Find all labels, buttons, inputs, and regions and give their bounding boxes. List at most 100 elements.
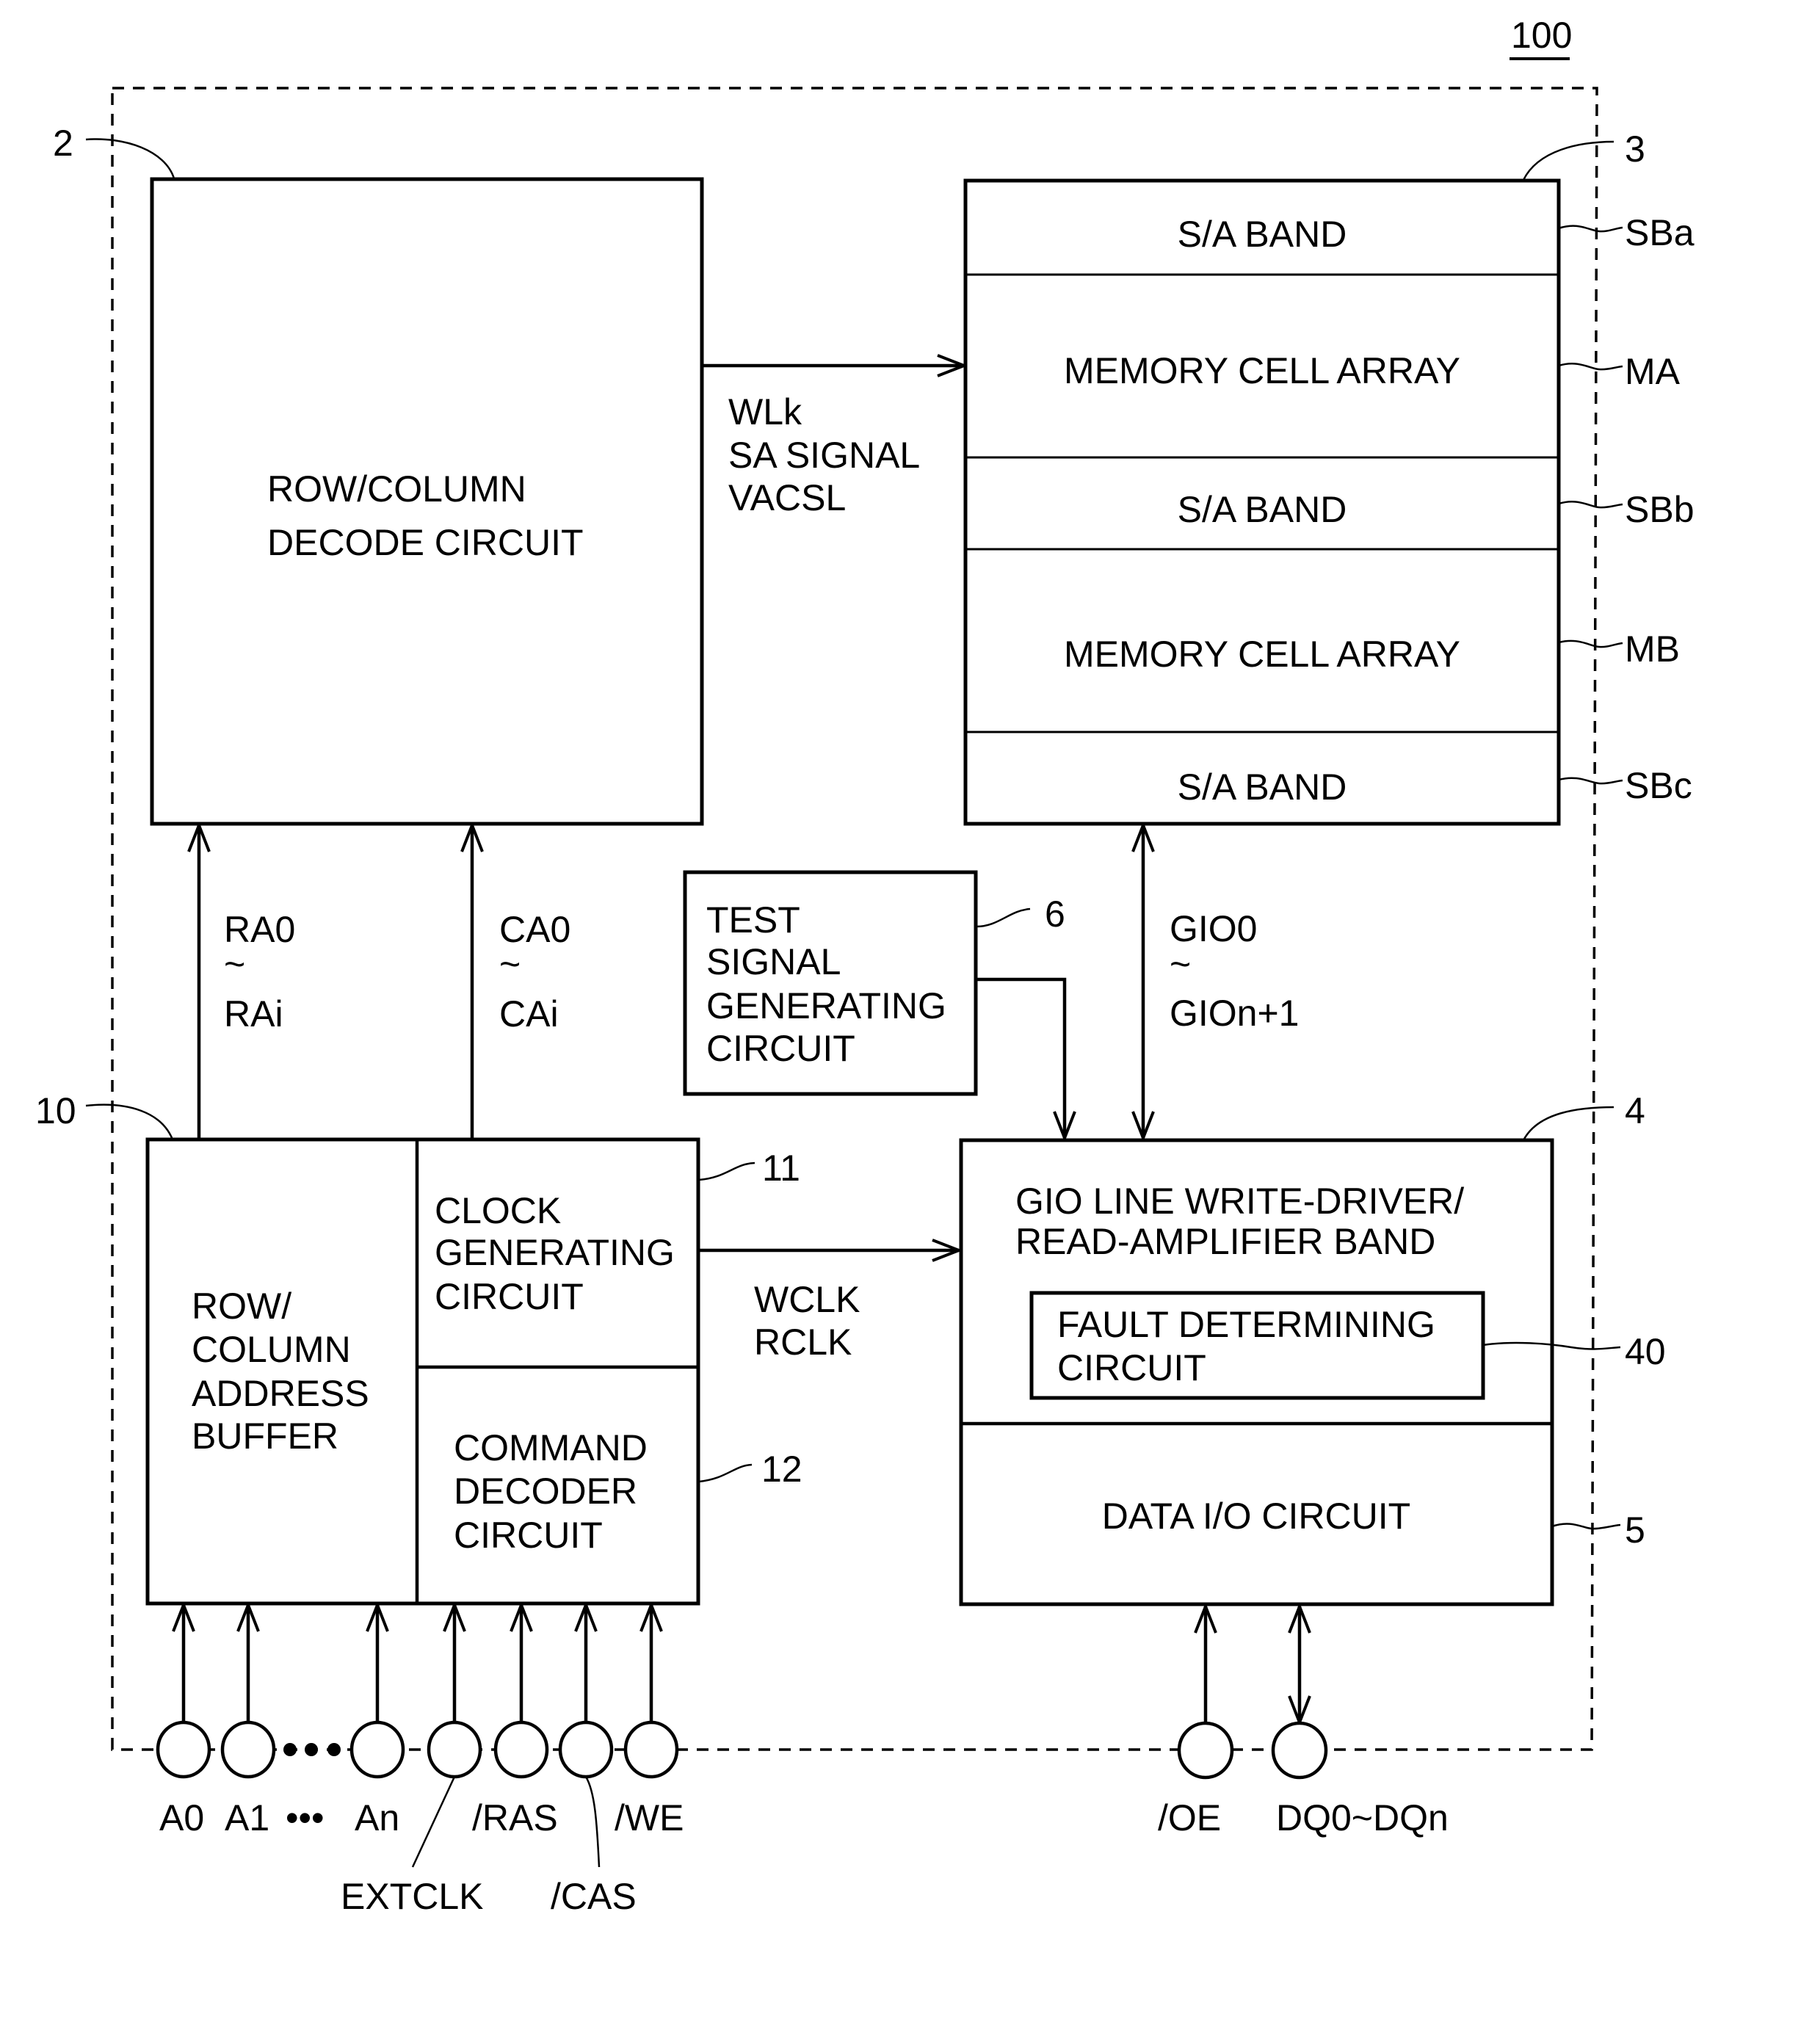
ref-2-label: 2: [53, 123, 73, 164]
column-address-end-label: CAi: [499, 993, 559, 1034]
pin-we-label: /WE: [615, 1797, 684, 1838]
memory-cell-array-a-label: MEMORY CELL ARRAY: [1064, 350, 1460, 391]
ref-6-leader: [976, 907, 1031, 928]
mb-leader: [1558, 639, 1623, 648]
pin-a1[interactable]: [220, 1720, 276, 1779]
sbb-leader: [1558, 501, 1623, 509]
pin-cas[interactable]: [558, 1720, 614, 1779]
ref-3-leader: [1522, 140, 1615, 181]
pin-ellipsis-dot: [305, 1743, 318, 1756]
pin-we[interactable]: [623, 1720, 679, 1779]
ref-5-leader: [1551, 1523, 1621, 1530]
memory-array-block[interactable]: S/A BAND MEMORY CELL ARRAY S/A BAND MEMO…: [963, 178, 1561, 826]
signal-vacsl-label: VACSL: [728, 477, 846, 518]
ref-11-leader: [698, 1161, 755, 1181]
ref-5-label: 5: [1625, 1510, 1645, 1551]
memory-cell-array-b-label: MEMORY CELL ARRAY: [1064, 634, 1460, 675]
pin-oe[interactable]: [1177, 1721, 1234, 1780]
memory-device-diagram: 100 ROW/COLUMN DECODE CIRCUIT 2 S/A BAND…: [35, 15, 1695, 1917]
ref-40-label: 40: [1625, 1331, 1666, 1372]
test-signal-generating-circuit[interactable]: TEST SIGNAL GENERATING CIRCUIT: [683, 870, 978, 1096]
row-address-range-symbol: ~: [224, 943, 245, 985]
mb-tag: MB: [1625, 628, 1680, 670]
fault-label-line2: CIRCUIT: [1057, 1347, 1206, 1388]
ma-leader: [1558, 363, 1623, 371]
fault-label-line1: FAULT DETERMINING: [1057, 1304, 1435, 1345]
gio-band-label-line1: GIO LINE WRITE-DRIVER/: [1015, 1181, 1464, 1222]
ref-12-label: 12: [761, 1449, 802, 1490]
ref-12-leader: [698, 1463, 753, 1483]
ref-2-leader: [85, 138, 175, 179]
sbb-tag: SBb: [1625, 489, 1695, 530]
gio-band-label-line2: READ-AMPLIFIER BAND: [1015, 1221, 1435, 1262]
pin-ellipsis-label: •••: [286, 1797, 325, 1838]
clock-gen-label-line1: CLOCK: [435, 1190, 561, 1231]
sba-leader: [1558, 225, 1623, 233]
figure-reference-label: 100: [1511, 15, 1572, 56]
ref-10-label: 10: [35, 1090, 76, 1131]
ref-4-leader: [1522, 1106, 1615, 1141]
sa-band-a-label: S/A BAND: [1178, 214, 1347, 255]
pin-a1-label: A1: [225, 1797, 269, 1838]
address-buffer-label-line1: ROW/: [192, 1286, 291, 1327]
address-buffer-block[interactable]: ROW/ COLUMN ADDRESS BUFFER: [145, 1137, 700, 1606]
data-io-label: DATA I/O CIRCUIT: [1102, 1496, 1410, 1537]
pin-cas-label: /CAS: [551, 1876, 637, 1917]
pin-ellipsis-dot: [283, 1743, 297, 1756]
ref-10-leader: [85, 1103, 174, 1140]
test-signal-label-line4: CIRCUIT: [706, 1028, 855, 1069]
test-signal-label-line1: TEST: [706, 899, 800, 941]
sba-tag: SBa: [1625, 212, 1695, 253]
rclk-label: RCLK: [754, 1322, 852, 1363]
wclk-label: WCLK: [754, 1279, 860, 1320]
extclk-leader: [411, 1776, 456, 1868]
ref-3-label: 3: [1625, 128, 1645, 170]
address-buffer-label-line4: BUFFER: [192, 1416, 338, 1457]
sbc-leader: [1558, 777, 1623, 785]
ref-4-label: 4: [1625, 1090, 1645, 1131]
row-column-decode-circuit[interactable]: ROW/COLUMN DECODE CIRCUIT: [150, 177, 704, 826]
address-buffer-box[interactable]: [145, 1137, 700, 1606]
pin-an[interactable]: [349, 1720, 405, 1779]
pin-extclk[interactable]: [427, 1720, 482, 1779]
ref-6-label: 6: [1045, 894, 1065, 935]
pin-ras-label: /RAS: [472, 1797, 558, 1838]
fault-determining-circuit[interactable]: FAULT DETERMINING CIRCUIT: [1029, 1291, 1485, 1400]
clock-gen-label-line3: CIRCUIT: [435, 1276, 584, 1317]
clock-gen-label-line2: GENERATING: [435, 1232, 675, 1273]
sa-band-b-label: S/A BAND: [1178, 489, 1347, 530]
cas-leader: [584, 1776, 601, 1868]
data-io-circuit[interactable]: DATA I/O CIRCUIT: [1102, 1496, 1410, 1537]
ma-tag: MA: [1625, 351, 1681, 392]
pin-ras[interactable]: [493, 1720, 549, 1779]
command-decoder-label-line2: DECODER: [454, 1471, 637, 1512]
gio-end-label: GIOn+1: [1170, 993, 1300, 1034]
command-decoder-label-line1: COMMAND: [454, 1427, 648, 1468]
column-address-range-symbol: ~: [499, 943, 521, 985]
pin-an-label: An: [355, 1797, 399, 1838]
pin-dq-label: DQ0~DQn: [1276, 1797, 1449, 1838]
pin-a0[interactable]: [156, 1720, 211, 1779]
row-address-end-label: RAi: [224, 993, 283, 1034]
sa-band-c-label: S/A BAND: [1178, 766, 1347, 808]
test-signal-arrow: [976, 977, 1065, 1138]
test-signal-label-line2: SIGNAL: [706, 941, 841, 982]
signal-wlk-label: WLk: [728, 391, 802, 432]
pin-dq[interactable]: [1271, 1721, 1328, 1780]
io-pins: /OE DQ0~DQn: [1158, 1606, 1449, 1838]
address-buffer-label-line3: ADDRESS: [192, 1373, 369, 1414]
pin-oe-label: /OE: [1158, 1797, 1221, 1838]
address-buffer-label-line2: COLUMN: [192, 1329, 351, 1370]
gio-range-symbol: ~: [1170, 943, 1191, 985]
command-decoder-label-line3: CIRCUIT: [454, 1515, 603, 1556]
ref-11-label: 11: [762, 1148, 800, 1189]
pin-extclk-label: EXTCLK: [341, 1876, 484, 1917]
decode-circuit-label-line2: DECODE CIRCUIT: [267, 522, 584, 563]
signal-sa-label: SA SIGNAL: [728, 435, 920, 476]
sbc-tag: SBc: [1625, 765, 1692, 806]
decode-circuit-label-line1: ROW/COLUMN: [267, 468, 526, 510]
input-pins: A0 A1 ••• An /RAS /WE EXTCLK /CAS: [156, 1605, 684, 1917]
test-signal-label-line3: GENERATING: [706, 985, 946, 1026]
pin-ellipsis-dot: [327, 1743, 341, 1756]
pin-a0-label: A0: [159, 1797, 204, 1838]
